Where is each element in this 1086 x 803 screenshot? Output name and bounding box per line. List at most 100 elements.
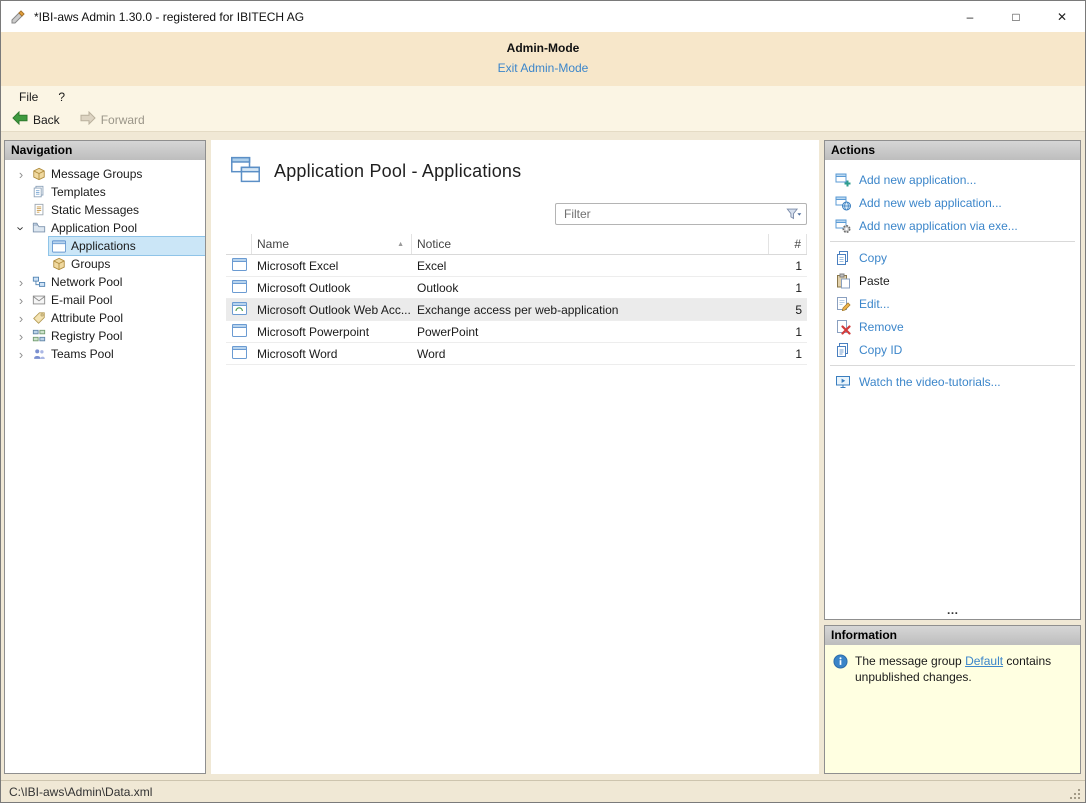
nav-item-label: Static Messages [51, 203, 139, 217]
application-window-icon [232, 346, 247, 362]
action-label: Add new application... [859, 173, 976, 187]
copy-icon [834, 250, 851, 266]
action-label: Add new application via exe... [859, 219, 1018, 233]
actions-separator [830, 365, 1075, 366]
actions-panel: Actions Add new application... Add new w… [824, 140, 1081, 620]
forward-button[interactable]: Forward [75, 110, 150, 129]
navigation-header: Navigation [5, 141, 205, 160]
application-window-icon [232, 324, 247, 340]
nav-item-label: Application Pool [51, 221, 137, 235]
cell-notice: Exchange access per web-application [412, 303, 769, 317]
titlebar: *IBI-aws Admin 1.30.0 - registered for I… [1, 1, 1085, 32]
add-new-application-via-exe-action[interactable]: Add new application via exe... [825, 214, 1080, 237]
nav-item-application-pool[interactable]: › Application Pool [5, 219, 205, 237]
nav-item-static-messages[interactable]: Static Messages [5, 201, 205, 219]
minimize-button[interactable]: – [947, 1, 993, 32]
filter-input[interactable] [555, 203, 807, 225]
column-header-notice[interactable]: Notice [412, 234, 769, 254]
column-header-label: Name [257, 237, 289, 251]
add-new-web-application-action[interactable]: Add new web application... [825, 191, 1080, 214]
application-window-icon [232, 258, 247, 274]
nav-item-label: Registry Pool [51, 329, 122, 343]
forward-arrow-icon [80, 111, 96, 128]
nav-item-message-groups[interactable]: › Message Groups [5, 165, 205, 183]
network-pool-icon [31, 275, 46, 289]
actions-list: Add new application... Add new web appli… [825, 160, 1080, 393]
nav-item-groups[interactable]: Groups [5, 255, 205, 273]
cell-count: 5 [769, 303, 807, 317]
column-header-name[interactable]: Name ▲ [252, 234, 412, 254]
copy-id-action[interactable]: Copy ID [825, 338, 1080, 361]
nav-item-attribute-pool[interactable]: › Attribute Pool [5, 309, 205, 327]
navigation-tree: › Message Groups Templates Static Messag… [5, 160, 205, 773]
nav-item-label: Network Pool [51, 275, 122, 289]
close-button[interactable]: ✕ [1039, 1, 1085, 32]
chevron-right-icon[interactable]: › [13, 276, 29, 289]
forward-label: Forward [101, 113, 145, 127]
table-header-row: Name ▲ Notice # [226, 234, 807, 255]
action-label: Remove [859, 320, 904, 334]
nav-item-teams-pool[interactable]: › Teams Pool [5, 345, 205, 363]
info-icon [833, 654, 848, 669]
cell-notice: PowerPoint [412, 325, 769, 339]
page-title: Application Pool - Applications [274, 161, 521, 182]
edit-action[interactable]: Edit... [825, 292, 1080, 315]
actions-separator [830, 241, 1075, 242]
nav-item-email-pool[interactable]: › E-mail Pool [5, 291, 205, 309]
templates-icon [31, 185, 46, 199]
nav-item-label: Applications [71, 239, 136, 253]
back-button[interactable]: Back [7, 110, 65, 129]
default-message-group-link[interactable]: Default [965, 654, 1003, 668]
table-row[interactable]: Microsoft Excel Excel 1 [226, 255, 807, 277]
action-label: Copy [859, 251, 887, 265]
panel-splitter-grip[interactable]: … [825, 606, 1080, 619]
groups-icon [51, 257, 66, 271]
chevron-right-icon[interactable]: › [13, 348, 29, 361]
table-row-selected[interactable]: Microsoft Outlook Web Acc... Exchange ac… [226, 299, 807, 321]
exit-admin-mode-link[interactable]: Exit Admin-Mode [498, 61, 589, 75]
chevron-right-icon[interactable]: › [13, 312, 29, 325]
column-header-icon [226, 234, 252, 254]
application-pool-applications-icon [230, 156, 261, 187]
nav-item-network-pool[interactable]: › Network Pool [5, 273, 205, 291]
chevron-right-icon[interactable]: › [13, 330, 29, 343]
menu-file[interactable]: File [9, 88, 48, 106]
cell-count: 1 [769, 281, 807, 295]
table-row[interactable]: Microsoft Word Word 1 [226, 343, 807, 365]
chevron-down-icon[interactable]: › [15, 220, 28, 236]
nav-item-label: Groups [71, 257, 110, 271]
action-label: Paste [859, 274, 890, 288]
maximize-button[interactable]: □ [993, 1, 1039, 32]
copy-action[interactable]: Copy [825, 246, 1080, 269]
nav-item-applications[interactable]: Applications [5, 237, 205, 255]
information-header: Information [825, 626, 1080, 645]
table-row[interactable]: Microsoft Outlook Outlook 1 [226, 277, 807, 299]
email-pool-icon [31, 293, 46, 307]
nav-item-templates[interactable]: Templates [5, 183, 205, 201]
information-panel: Information The message group Default co… [824, 625, 1081, 774]
column-header-count[interactable]: # [769, 234, 807, 254]
menu-help[interactable]: ? [48, 88, 75, 106]
watch-video-tutorials-action[interactable]: Watch the video-tutorials... [825, 370, 1080, 393]
filter-funnel-icon[interactable] [786, 207, 802, 221]
nav-item-label: Templates [51, 185, 106, 199]
chevron-right-icon[interactable]: › [13, 168, 29, 181]
status-file-path: C:\IBI-aws\Admin\Data.xml [9, 785, 152, 799]
chevron-right-icon[interactable]: › [13, 294, 29, 307]
cell-notice: Outlook [412, 281, 769, 295]
cell-notice: Excel [412, 259, 769, 273]
table-row[interactable]: Microsoft Powerpoint PowerPoint 1 [226, 321, 807, 343]
message-groups-icon [31, 167, 46, 181]
filter-row [226, 203, 807, 225]
resize-grip-icon[interactable] [1069, 788, 1081, 800]
paste-action[interactable]: Paste [825, 269, 1080, 292]
cell-name: Microsoft Excel [252, 259, 412, 273]
window-title: *IBI-aws Admin 1.30.0 - registered for I… [34, 10, 304, 24]
cell-name: Microsoft Outlook Web Acc... [252, 303, 412, 317]
remove-action[interactable]: Remove [825, 315, 1080, 338]
content-panel: Application Pool - Applications Name ▲ [211, 140, 819, 774]
add-new-application-action[interactable]: Add new application... [825, 168, 1080, 191]
nav-item-registry-pool[interactable]: › Registry Pool [5, 327, 205, 345]
action-label: Copy ID [859, 343, 902, 357]
cell-name: Microsoft Powerpoint [252, 325, 412, 339]
